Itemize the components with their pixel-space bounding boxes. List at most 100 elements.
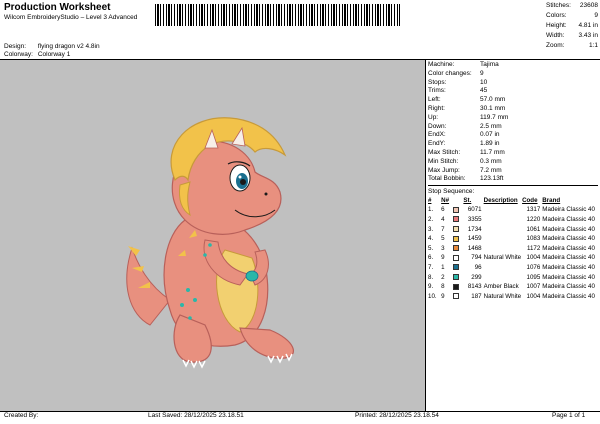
- color-swatch-cell: [453, 244, 463, 254]
- stop-number: 4.: [428, 235, 434, 243]
- color-swatch: [453, 293, 460, 300]
- property-row: Right: 30.1 mm: [428, 105, 598, 114]
- thread-brand: Madeira Classic 40: [542, 235, 595, 243]
- stat-value: 23608: [579, 2, 598, 9]
- property-value: 1.89 in: [480, 140, 500, 148]
- thread-description: Amber Black: [483, 283, 519, 291]
- stat-row: Zoom: 1:1: [546, 41, 598, 51]
- needle-number: 2: [441, 273, 445, 281]
- property-value: 30.1 mm: [480, 104, 506, 112]
- property-label: EndY:: [428, 140, 446, 148]
- stat-label: Height:: [546, 22, 567, 29]
- color-swatch: [453, 283, 460, 290]
- thread-description: [484, 224, 522, 234]
- thread-brand: Madeira Classic 40: [542, 206, 595, 214]
- stat-row: Width: 3.43 in: [546, 31, 598, 41]
- property-value: 11.7 mm: [480, 148, 505, 156]
- thread-brand: Madeira Classic 40: [542, 225, 595, 233]
- thread-description: [484, 244, 522, 254]
- color-swatch: [453, 206, 460, 213]
- design-row: Design: flying dragon v2 4.8in: [4, 43, 100, 50]
- color-swatch-cell: [453, 215, 463, 225]
- table-row: 10. 9 187 Natural White 1004 Madeira Classic …: [428, 292, 598, 302]
- stat-label: Colors:: [546, 12, 567, 19]
- stop-number: 10.: [428, 292, 437, 300]
- color-swatch-cell: [453, 272, 463, 282]
- worksheet-title: Production Worksheet: [4, 2, 111, 13]
- stop-number: 3.: [428, 225, 434, 233]
- design-stats: Stitches: 23608 Colors: 9 Height: 4.81 in Widt…: [546, 1, 598, 51]
- stat-label: Width:: [546, 32, 565, 39]
- colorway-label: Colorway:: [4, 51, 33, 58]
- needle-number: 8: [441, 283, 445, 291]
- thread-code: 1061: [526, 225, 541, 233]
- stop-number: 6.: [428, 254, 434, 262]
- needle-number: 1: [441, 264, 445, 272]
- property-label: Trims:: [428, 87, 446, 95]
- thread-description: [484, 234, 522, 244]
- property-row: Min Stitch: 0.3 mm: [428, 158, 598, 167]
- property-label: Color changes:: [428, 69, 472, 77]
- color-swatch: [453, 254, 460, 261]
- thread-code: 1007: [526, 283, 541, 291]
- thread-description: Natural White: [483, 254, 522, 262]
- color-swatch: [453, 273, 460, 280]
- property-row: Color changes: 9: [428, 70, 598, 79]
- thread-description: [484, 272, 522, 282]
- stop-number: 2.: [428, 216, 434, 224]
- table-row: 8. 2 299 1095 Madeira Classic 40: [428, 272, 598, 282]
- property-value: 45: [480, 87, 488, 95]
- page-number: Page 1 of 1: [552, 412, 586, 419]
- panel-divider: [428, 185, 598, 187]
- property-value: 2.5 mm: [480, 122, 502, 130]
- property-label: Total Bobbin:: [428, 175, 466, 183]
- design-value: flying dragon v2 4.8in: [37, 43, 100, 50]
- property-row: Machine: Tajima: [428, 61, 598, 70]
- design-preview: [0, 60, 426, 411]
- thread-brand: Madeira Classic 40: [542, 273, 595, 281]
- property-row: EndX: 0.07 in: [428, 131, 598, 140]
- stat-row: Colors: 9: [546, 11, 598, 21]
- needle-number: 5: [441, 235, 445, 243]
- color-swatch-cell: [453, 205, 463, 215]
- property-label: Min Stitch:: [428, 157, 459, 165]
- column-header: [453, 196, 463, 205]
- needle-number: 4: [441, 216, 445, 224]
- color-swatch: [453, 264, 460, 271]
- property-label: Down:: [428, 122, 447, 130]
- thread-code: 1076: [526, 264, 541, 272]
- thread-code: 1172: [526, 244, 541, 252]
- stat-row: Stitches: 23608: [546, 1, 598, 11]
- stop-number: 1.: [428, 206, 434, 214]
- stitch-count: 8143: [467, 283, 482, 291]
- stat-value: 3.43 in: [578, 32, 598, 39]
- table-row: 9. 8 8143 Amber Black 1007 Madeira Classic 40: [428, 282, 598, 292]
- property-value: 9: [480, 69, 484, 77]
- property-row: EndY: 1.89 in: [428, 140, 598, 149]
- color-swatch: [453, 216, 460, 223]
- thread-brand: Madeira Classic 40: [542, 283, 595, 291]
- stop-number: 5.: [428, 244, 434, 252]
- color-swatch: [453, 245, 460, 252]
- column-header: Brand: [542, 197, 561, 205]
- property-row: Up: 119.7 mm: [428, 114, 598, 123]
- property-label: Max Jump:: [428, 166, 460, 174]
- property-value: 123.13ft: [480, 175, 504, 183]
- needle-number: 3: [441, 244, 445, 252]
- needle-number: 7: [441, 225, 445, 233]
- property-row: Down: 2.5 mm: [428, 123, 598, 132]
- table-row: 3. 7 1734 1061 Madeira Classic 40: [428, 224, 598, 234]
- stat-value: 4.81 in: [578, 22, 598, 29]
- thread-brand: Madeira Classic 40: [542, 254, 595, 262]
- thread-description: [484, 205, 522, 215]
- thread-brand: Madeira Classic 40: [542, 244, 595, 252]
- thread-code: 1317: [526, 206, 541, 214]
- stitch-count: 96: [474, 264, 482, 272]
- stop-sequence-label: Stop Sequence:: [428, 188, 475, 196]
- thread-description: [484, 215, 522, 225]
- property-value: 7.2 mm: [480, 166, 502, 174]
- table-row: 1. 6 6071 1317 Madeira Classic 40: [428, 205, 598, 215]
- stop-number: 9.: [428, 283, 434, 291]
- thread-brand: Madeira Classic 40: [542, 292, 595, 300]
- stop-number: 8.: [428, 273, 434, 281]
